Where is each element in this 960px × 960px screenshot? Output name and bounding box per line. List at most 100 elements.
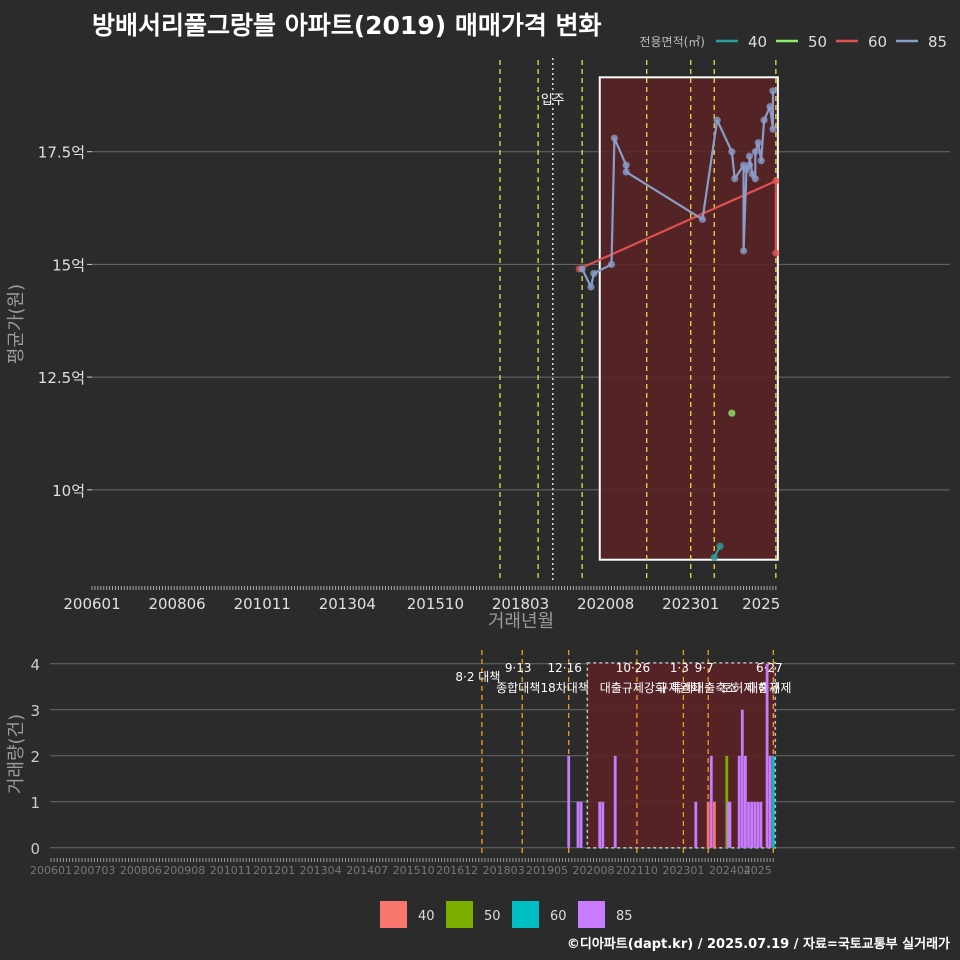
- policy-label-date: 9·7: [695, 661, 714, 675]
- bottom-x-tick-label: 201304: [300, 864, 342, 877]
- bar-85: [576, 801, 580, 848]
- data-point-60: [772, 177, 780, 185]
- bar-85: [601, 801, 605, 848]
- bar-85: [737, 755, 741, 848]
- data-point-85: [754, 139, 762, 147]
- bottom-x-tick-label: 200601: [30, 864, 72, 877]
- top-highlight-region: [598, 76, 779, 561]
- data-point-85: [751, 175, 759, 183]
- top-x-tick-label: 201510: [407, 595, 464, 613]
- bottom-y-tick-label: 3: [30, 702, 40, 720]
- bottom-x-tick-label: 202110: [616, 864, 658, 877]
- move-in-annotation: 입주: [541, 93, 565, 108]
- top-x-tick-label: 202008: [577, 595, 634, 613]
- policy-label-date: 9·13: [505, 661, 532, 675]
- bar-85: [753, 801, 757, 848]
- policy-label-date: 1·3: [670, 661, 689, 675]
- top-y-tick-label: 17.5억: [38, 144, 85, 162]
- legend-label-85: 85: [928, 33, 947, 51]
- bottom-legend-key-60: [512, 901, 539, 928]
- bottom-x-tick-label: 201011: [210, 864, 252, 877]
- data-point-85: [622, 168, 630, 176]
- top-x-tick-label: 202301: [662, 595, 719, 613]
- bottom-x-tick-label: 201803: [483, 864, 525, 877]
- bottom-x-tick-label: 201201: [253, 864, 295, 877]
- data-point-85: [590, 269, 598, 278]
- bar-85: [750, 801, 753, 848]
- data-point-85: [757, 157, 765, 165]
- bottom-legend-label-85: 85: [616, 909, 633, 924]
- top-x-axis-title: 거래년월: [488, 611, 554, 632]
- legend-label-40: 40: [748, 33, 767, 51]
- data-point-85: [745, 152, 754, 160]
- bottom-x-tick-label: 202301: [662, 864, 704, 877]
- legend-label-60: 60: [868, 33, 887, 51]
- data-point-85: [760, 116, 768, 124]
- bottom-y-tick-label: 4: [30, 656, 40, 674]
- bar-85: [744, 755, 747, 848]
- top-y-tick-label: 12.5억: [38, 369, 85, 387]
- policy-label-date: 8·2 대책: [455, 669, 500, 684]
- top-y-axis-title: 평균가(원): [6, 284, 27, 364]
- bar-85: [567, 755, 571, 848]
- bottom-legend-label-40: 40: [418, 909, 435, 924]
- data-point-40: [710, 553, 718, 562]
- legend-title: 전용면적(㎡): [639, 35, 705, 49]
- data-point-85: [751, 148, 759, 156]
- bar-60: [771, 755, 775, 848]
- bar-85: [747, 801, 750, 848]
- data-point-85: [578, 265, 586, 273]
- policy-label-name: 18차대책: [541, 680, 589, 695]
- data-point-40: [716, 542, 724, 550]
- data-point-85: [698, 215, 707, 223]
- data-point-85: [610, 134, 619, 142]
- data-point-60: [772, 249, 780, 257]
- bottom-x-tick-label: 202008: [573, 864, 615, 877]
- bar-85: [579, 801, 583, 848]
- data-point-50: [728, 409, 736, 417]
- data-point-85: [745, 161, 754, 169]
- policy-label-name: 대출규제: [747, 681, 791, 695]
- data-point-85: [769, 87, 777, 95]
- bottom-x-tick-label: 201407: [346, 864, 388, 877]
- bar-85: [740, 709, 744, 848]
- bar-85: [613, 755, 617, 848]
- bottom-y-tick-label: 2: [30, 748, 40, 766]
- bottom-x-tick-label: 200806: [120, 864, 162, 877]
- bar-40: [706, 801, 710, 848]
- bar-85: [709, 755, 713, 848]
- bottom-legend-label-50: 50: [484, 909, 501, 924]
- bar-85: [768, 755, 772, 848]
- data-point-85: [766, 103, 774, 111]
- data-point-85: [731, 175, 739, 183]
- policy-label-date: 12·16: [548, 661, 582, 675]
- bar-85: [759, 801, 763, 848]
- top-x-tick-label: 201011: [234, 595, 291, 613]
- bottom-x-tick-label: 201510: [393, 864, 435, 877]
- data-point-85: [713, 116, 721, 124]
- bottom-x-tick-label: 201905: [526, 864, 568, 877]
- top-x-tick-label: 200601: [63, 595, 120, 613]
- legend-label-50: 50: [808, 33, 827, 51]
- data-point-85: [769, 125, 777, 133]
- bottom-legend-label-60: 60: [550, 909, 567, 924]
- policy-label-date: 6·27: [756, 661, 783, 675]
- top-x-tick-label: 201304: [319, 595, 376, 613]
- bottom-y-tick-label: 0: [30, 840, 40, 858]
- bar-85: [765, 663, 769, 848]
- policy-label-date: 10·26: [616, 661, 650, 675]
- data-point-85: [587, 283, 595, 291]
- policy-label-name: 종합대책: [496, 680, 540, 695]
- bar-40: [713, 801, 716, 848]
- bottom-x-tick-label: 200908: [163, 864, 205, 877]
- bar-85: [756, 801, 760, 848]
- data-point-85: [728, 148, 736, 156]
- data-point-85: [622, 161, 630, 169]
- chart-svg: 10억12.5억15억17.5억입주200601 200806 201011 2013…: [6, 33, 955, 928]
- bottom-legend-key-85: [578, 901, 605, 928]
- footer-credit: ©디아파트(dapt.kr) / 2025.07.19 / 자료=국토교통부 실…: [566, 937, 950, 952]
- bottom-x-tick-label: 200703: [73, 864, 115, 877]
- bottom-legend-key-40: [380, 901, 407, 928]
- bar-85: [728, 801, 732, 848]
- bottom-x-tick-label: 2025: [744, 864, 772, 877]
